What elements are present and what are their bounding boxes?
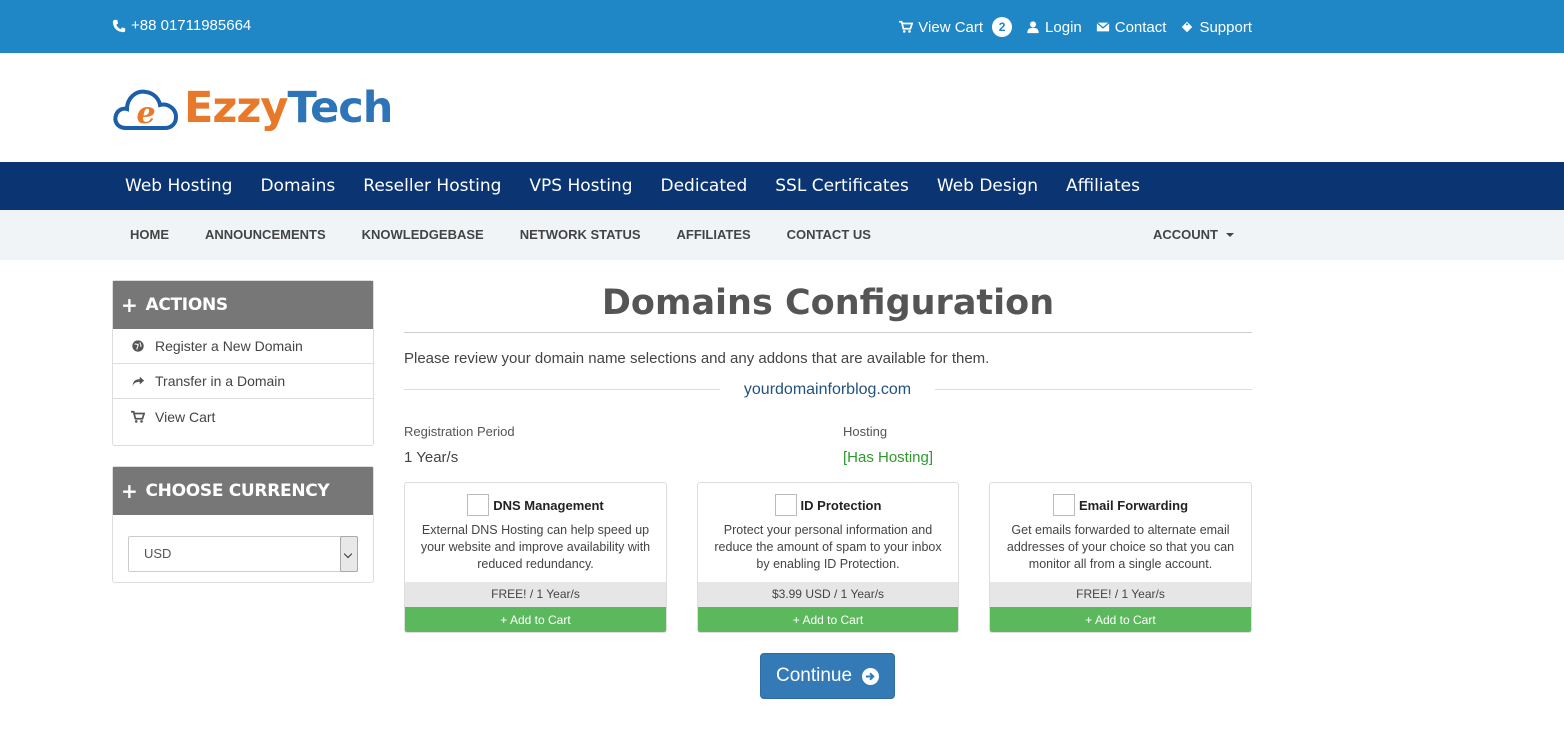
support-label: Support xyxy=(1199,18,1252,36)
nav-affiliates[interactable]: Affiliates xyxy=(1052,162,1154,210)
phone-icon xyxy=(112,19,126,32)
globe-icon xyxy=(132,340,144,352)
currency-panel-header[interactable]: + CHOOSE CURRENCY xyxy=(113,467,373,515)
currency-selected-value: USD xyxy=(144,546,172,561)
addon-checkbox[interactable] xyxy=(467,494,490,516)
phone-number-text: +88 01711985664 xyxy=(131,17,252,34)
action-register-domain-label: Register a New Domain xyxy=(155,338,303,354)
action-view-cart-label: View Cart xyxy=(155,408,216,425)
arrow-circle-right-icon xyxy=(862,667,880,685)
subnav-affiliates[interactable]: AFFILIATES xyxy=(659,210,769,260)
addon-header: DNS Management xyxy=(405,494,666,516)
contact-link[interactable]: Contact xyxy=(1096,18,1167,36)
add-to-cart-button[interactable]: + Add to Cart xyxy=(990,607,1251,632)
logo-text-part2: Tech xyxy=(287,82,393,133)
top-bar: +88 01711985664 View Cart 2 Login Contac… xyxy=(0,0,1564,53)
currency-panel: + CHOOSE CURRENCY USD xyxy=(112,466,374,583)
page-title: Domains Configuration xyxy=(601,283,1055,323)
domain-divider-right xyxy=(935,389,1252,390)
plus-icon: + xyxy=(121,479,138,503)
nav-web-hosting[interactable]: Web Hosting xyxy=(111,162,246,210)
registration-period-label: Registration Period xyxy=(404,424,515,439)
logo-text: EzzyTech xyxy=(184,82,393,133)
support-link[interactable]: Support xyxy=(1180,19,1252,36)
addon-description: External DNS Hosting can help speed up y… xyxy=(420,523,651,571)
account-dropdown[interactable]: ACCOUNT xyxy=(1153,210,1234,260)
caret-down-icon xyxy=(1226,233,1234,237)
hosting-value[interactable]: [Has Hosting] xyxy=(843,449,933,466)
addon-name: DNS Management xyxy=(493,497,604,513)
plus-icon: + xyxy=(121,293,138,317)
hosting-label: Hosting xyxy=(843,424,888,439)
actions-panel: + ACTIONS Register a New Domain Transfer… xyxy=(112,280,374,446)
addon-card-email-forwarding: Email Forwarding Get emails forwarded to… xyxy=(989,482,1252,633)
nav-domains[interactable]: Domains xyxy=(246,162,349,210)
site-logo[interactable]: e EzzyTech xyxy=(112,80,393,135)
currency-title: CHOOSE CURRENCY xyxy=(145,481,330,501)
add-to-cart-button[interactable]: + Add to Cart xyxy=(698,607,958,632)
view-cart-link[interactable]: View Cart 2 xyxy=(899,17,1013,37)
add-to-cart-label: Add to Cart xyxy=(509,613,571,627)
cart-icon xyxy=(899,20,914,33)
subnav-announcements[interactable]: ANNOUNCEMENTS xyxy=(187,210,344,260)
cloud-logo-icon: e xyxy=(113,89,179,131)
cart-count-badge: 2 xyxy=(992,17,1013,37)
continue-button[interactable]: Continue xyxy=(760,653,895,699)
continue-label: Continue xyxy=(775,665,853,686)
addon-name: ID Protection xyxy=(800,497,882,513)
share-arrow-icon xyxy=(132,376,145,387)
addon-card-dns: DNS Management External DNS Hosting can … xyxy=(404,482,667,633)
title-divider xyxy=(404,332,1252,333)
nav-vps-hosting[interactable]: VPS Hosting xyxy=(515,162,646,210)
phone-number: +88 01711985664 xyxy=(112,17,251,34)
main-nav: Web Hosting Domains Reseller Hosting VPS… xyxy=(0,162,1564,210)
cart-icon xyxy=(131,410,145,423)
login-link[interactable]: Login xyxy=(1026,19,1082,36)
registration-period-value: 1 Year/s xyxy=(404,449,459,466)
action-transfer-domain-label: Transfer in a Domain xyxy=(155,373,286,389)
subnav-home[interactable]: HOME xyxy=(112,210,187,260)
user-icon xyxy=(1027,21,1039,34)
select-arrow-icon xyxy=(340,536,358,572)
addon-checkbox[interactable] xyxy=(774,494,797,516)
subnav-contact-us[interactable]: CONTACT US xyxy=(769,210,889,260)
action-transfer-domain[interactable]: Transfer in a Domain xyxy=(113,364,373,399)
logo-text-part1: Ezzy xyxy=(184,82,288,133)
ticket-icon xyxy=(1182,21,1193,33)
subnav-knowledgebase[interactable]: KNOWLEDGEBASE xyxy=(344,210,502,260)
action-register-domain[interactable]: Register a New Domain xyxy=(113,329,373,364)
actions-title: ACTIONS xyxy=(145,295,228,315)
account-label: ACCOUNT xyxy=(1153,227,1218,242)
nav-dedicated[interactable]: Dedicated xyxy=(647,162,762,210)
add-to-cart-label: Add to Cart xyxy=(802,613,864,627)
addon-header: Email Forwarding xyxy=(990,494,1251,516)
addon-price: FREE! / 1 Year/s xyxy=(405,582,666,607)
addon-price: $3.99 USD / 1 Year/s xyxy=(698,582,958,607)
addon-checkbox[interactable] xyxy=(1052,494,1075,516)
action-view-cart[interactable]: View Cart xyxy=(113,399,373,434)
addon-card-id-protection: ID Protection Protect your personal info… xyxy=(697,482,959,633)
secondary-nav: HOME ANNOUNCEMENTS KNOWLEDGEBASE NETWORK… xyxy=(0,210,1564,260)
contact-label: Contact xyxy=(1114,18,1167,36)
addon-price: FREE! / 1 Year/s xyxy=(990,582,1251,607)
add-to-cart-label: Add to Cart xyxy=(1094,613,1156,627)
add-to-cart-button[interactable]: + Add to Cart xyxy=(405,607,666,632)
domain-name: yourdomainforblog.com xyxy=(743,381,912,398)
login-label: Login xyxy=(1045,18,1082,36)
intro-text: Please review your domain name selection… xyxy=(404,350,990,367)
addon-header: ID Protection xyxy=(698,494,958,516)
currency-select[interactable]: USD xyxy=(128,536,358,572)
view-cart-label: View Cart xyxy=(918,18,984,36)
actions-panel-header[interactable]: + ACTIONS xyxy=(113,281,373,329)
nav-reseller-hosting[interactable]: Reseller Hosting xyxy=(349,162,515,210)
nav-web-design[interactable]: Web Design xyxy=(923,162,1052,210)
addon-description: Protect your personal information and re… xyxy=(714,523,942,571)
nav-ssl-certificates[interactable]: SSL Certificates xyxy=(761,162,923,210)
addon-description: Get emails forwarded to alternate email … xyxy=(1006,523,1235,571)
svg-text:e: e xyxy=(136,96,155,131)
subnav-network-status[interactable]: NETWORK STATUS xyxy=(502,210,659,260)
addon-name: Email Forwarding xyxy=(1078,497,1189,513)
domain-divider-left xyxy=(404,389,720,390)
envelope-icon xyxy=(1096,22,1110,32)
